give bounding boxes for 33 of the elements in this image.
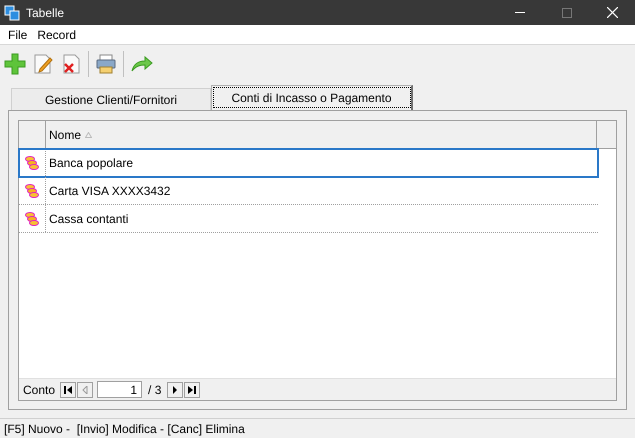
tab[interactable]: Gestione Clienti/Fornitori	[11, 88, 211, 110]
maximize-icon[interactable]	[562, 8, 572, 18]
add-icon[interactable]	[4, 53, 26, 75]
page-total: / 3	[148, 382, 162, 398]
page-field[interactable]: 1	[97, 381, 142, 398]
window-title: Tabelle	[26, 4, 64, 22]
coins-icon	[24, 182, 40, 198]
menu-item[interactable]: File	[3, 26, 32, 44]
navigator-label: Conto	[23, 382, 56, 398]
previous-icon	[82, 386, 88, 394]
menu-item[interactable]: Record	[32, 26, 82, 44]
print-icon[interactable]	[95, 53, 117, 75]
sort-ascending-icon	[85, 132, 92, 138]
last-record-button[interactable]	[184, 382, 200, 398]
table-cell-text: Cassa contanti	[48, 210, 128, 228]
last-icon	[188, 386, 196, 394]
edit-icon[interactable]	[32, 53, 54, 75]
table-row[interactable]: Carta VISA XXXX3432	[19, 177, 598, 205]
first-icon	[64, 386, 72, 394]
table-cell-text: Banca popolare	[48, 154, 134, 172]
table-row[interactable]: Banca popolare	[19, 149, 598, 177]
table-row[interactable]: Cassa contanti	[19, 205, 598, 233]
tab[interactable]: Conti di Incasso o Pagamento	[211, 85, 413, 110]
next-icon	[172, 386, 178, 394]
table-cell-text: Carta VISA XXXX3432	[48, 182, 170, 200]
minimize-icon[interactable]	[515, 12, 525, 14]
coins-icon	[24, 210, 40, 226]
status-bar: [F5] Nuovo - [Invio] Modifica - [Canc] Elimina	[0, 418, 635, 438]
next-record-button[interactable]	[167, 382, 184, 398]
app-icon	[4, 4, 20, 20]
coins-icon	[24, 154, 40, 170]
close-icon[interactable]	[607, 7, 618, 18]
first-record-button[interactable]	[60, 382, 76, 398]
